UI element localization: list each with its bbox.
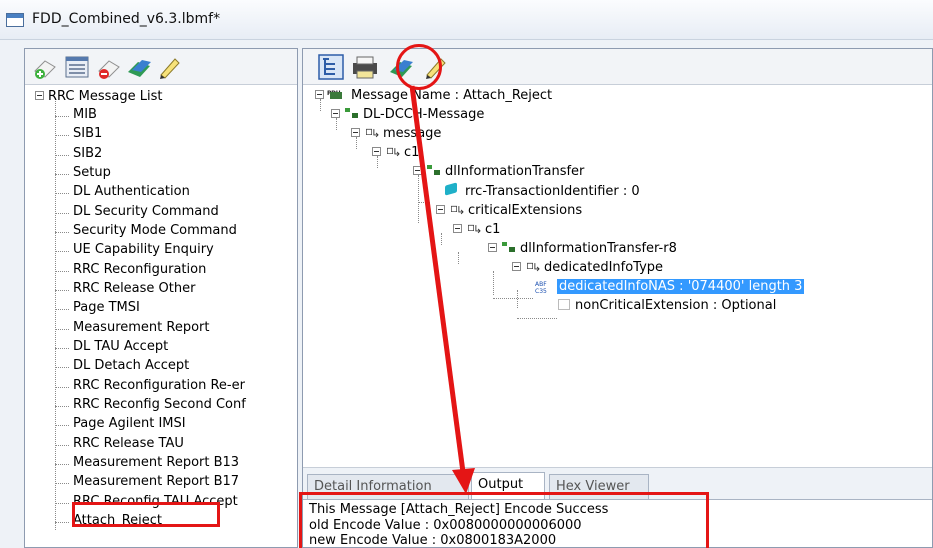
list-item[interactable]: UE Capability Enquiry <box>55 242 214 257</box>
tree-node-dedicated-info-nas[interactable]: dedicatedInfoNAS : '074400' length 3 <box>535 275 805 301</box>
list-item[interactable]: DL TAU Accept <box>55 339 168 354</box>
tree-node-message-name[interactable]: Message Name : Attach_Reject <box>327 84 552 105</box>
choice-icon <box>450 199 465 220</box>
optional-icon <box>557 298 571 310</box>
message-list-toolbar <box>25 49 297 85</box>
window-title: FDD_Combined_v6.3.lbmf* <box>32 11 221 27</box>
list-item[interactable]: Measurement Report B17 <box>55 474 239 489</box>
collapse-icon[interactable] <box>351 128 360 137</box>
collapse-icon[interactable] <box>372 147 381 156</box>
list-item[interactable]: Setup <box>55 165 111 180</box>
list-item[interactable]: MIB <box>55 107 97 122</box>
tree-node-c1[interactable]: c1 <box>386 141 419 162</box>
list-item[interactable]: SIB1 <box>55 126 102 141</box>
list-item[interactable]: DL Authentication <box>55 184 190 199</box>
tree-node-rrc-transaction-identifier[interactable]: rrc-TransactionIdentifier : 0 <box>443 182 640 201</box>
encode-icon[interactable] <box>125 53 153 81</box>
sequence-icon <box>345 107 359 119</box>
list-item[interactable]: RRC Release TAU <box>55 436 184 451</box>
annotation-highlight-box <box>72 502 220 527</box>
collapse-icon[interactable] <box>512 262 521 271</box>
choice-icon <box>386 141 401 162</box>
app-window-icon <box>6 13 24 27</box>
message-detail-panel: Message Name : Attach_Reject DL-DCCH-Mes… <box>302 48 933 548</box>
tree-root-rrc-message-list[interactable]: RRC Message List <box>35 89 162 104</box>
collapse-icon[interactable] <box>453 224 462 233</box>
list-item[interactable]: RRC Reconfig Second Conf <box>55 397 246 412</box>
print-icon[interactable] <box>351 53 379 81</box>
tree-node-message[interactable]: message <box>365 122 441 143</box>
application-window: FDD_Combined_v6.3.lbmf* RRC Message List… <box>0 0 933 548</box>
collapse-icon[interactable] <box>35 91 44 100</box>
message-list-panel: RRC Message List MIB SIB1 SIB2 Setup DL … <box>24 48 298 548</box>
annotation-output-box <box>299 492 709 548</box>
list-item[interactable]: DL Security Command <box>55 204 219 219</box>
collapse-icon[interactable] <box>315 90 324 99</box>
collapse-icon[interactable] <box>331 109 340 118</box>
collapse-icon[interactable] <box>413 166 422 175</box>
octet-string-icon <box>535 275 553 301</box>
pdu-icon <box>327 84 347 103</box>
main-area: RRC Message List MIB SIB1 SIB2 Setup DL … <box>0 40 933 548</box>
choice-icon <box>365 122 380 143</box>
list-item[interactable]: Security Mode Command <box>55 223 237 238</box>
delete-icon[interactable] <box>95 53 123 81</box>
list-item[interactable]: SIB2 <box>55 146 102 161</box>
sequence-icon <box>427 164 441 176</box>
integer-value-icon <box>443 182 461 196</box>
title-bar: FDD_Combined_v6.3.lbmf* <box>0 0 933 40</box>
list-item[interactable]: RRC Reconfiguration <box>55 262 206 277</box>
list-item[interactable]: RRC Reconfiguration Re-er <box>55 378 245 393</box>
list-item[interactable]: DL Detach Accept <box>55 358 189 373</box>
list-item[interactable]: Measurement Report B13 <box>55 455 239 470</box>
choice-icon <box>526 256 541 277</box>
selected-node-label: dedicatedInfoNAS : '074400' length 3 <box>557 279 805 294</box>
new-icon[interactable] <box>31 53 59 81</box>
choice-icon <box>467 218 482 239</box>
annotation-highlight-circle <box>396 44 442 90</box>
tree-connector <box>55 98 56 530</box>
tree-node-c1[interactable]: c1 <box>467 218 500 239</box>
collapse-icon[interactable] <box>488 243 497 252</box>
tree-view-icon[interactable] <box>317 53 345 81</box>
list-item[interactable]: Page TMSI <box>55 300 140 315</box>
tree-node-non-critical-extension[interactable]: nonCriticalExtension : Optional <box>557 296 776 315</box>
tree-root-label: RRC Message List <box>48 89 163 104</box>
list-item[interactable]: Page Agilent IMSI <box>55 416 186 431</box>
sequence-icon <box>502 241 516 253</box>
list-item[interactable]: RRC Release Other <box>55 281 195 296</box>
list-item[interactable]: Measurement Report <box>55 320 209 335</box>
list-icon[interactable] <box>63 53 91 81</box>
collapse-icon[interactable] <box>436 205 445 214</box>
message-structure-tree: Message Name : Attach_Reject DL-DCCH-Mes… <box>303 84 932 465</box>
edit-icon[interactable] <box>155 53 183 81</box>
tree-node-dlinformationtransfer[interactable]: dlInformationTransfer <box>427 162 584 181</box>
